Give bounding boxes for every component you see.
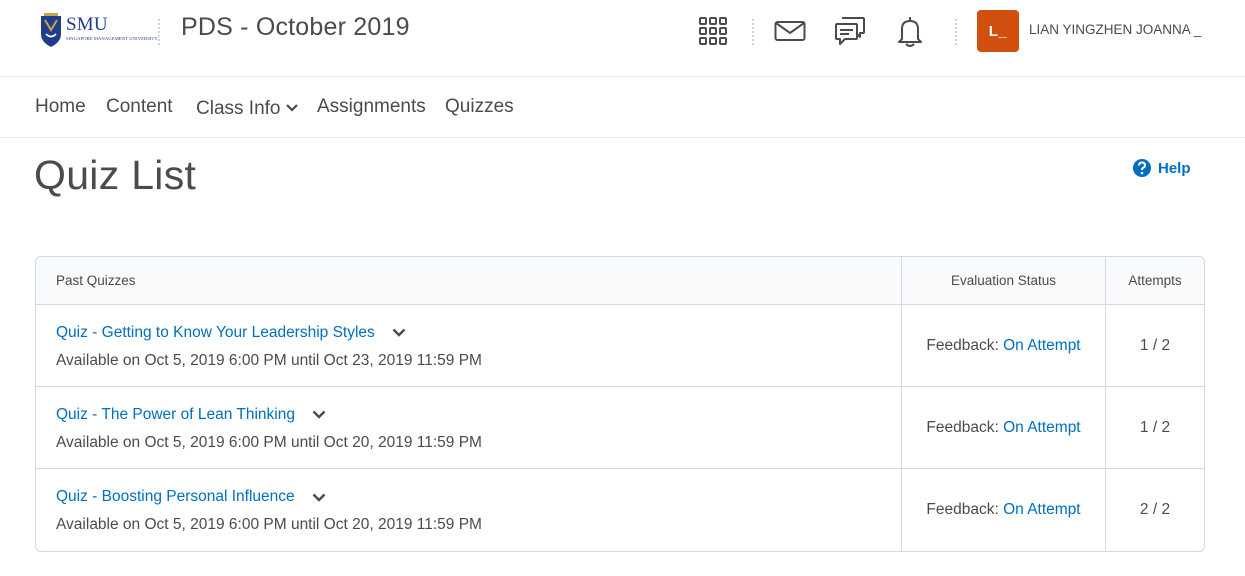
bell-icon[interactable] bbox=[892, 13, 928, 49]
evaluation-cell: Feedback: On Attempt bbox=[901, 305, 1105, 387]
chevron-down-icon[interactable] bbox=[307, 486, 331, 508]
top-header: SMU SINGAPORE MANAGEMENT UNIVERSITY PDS … bbox=[0, 0, 1245, 77]
attempts-count: 1 / 2 bbox=[1139, 418, 1171, 436]
attempts-cell: 2 / 2 bbox=[1105, 469, 1204, 551]
attempts-count: 1 / 2 bbox=[1139, 336, 1171, 354]
feedback-label: Feedback: bbox=[926, 418, 999, 436]
nav-home[interactable]: Home bbox=[35, 96, 86, 118]
quiz-table: Past Quizzes Evaluation Status Attempts … bbox=[35, 256, 1205, 552]
table-header-row: Past Quizzes Evaluation Status Attempts bbox=[36, 257, 1204, 305]
feedback-label: Feedback: bbox=[926, 336, 999, 354]
header-divider bbox=[955, 19, 957, 45]
nav-assignments[interactable]: Assignments bbox=[317, 96, 426, 118]
quiz-availability: Available on Oct 5, 2019 6:00 PM until O… bbox=[56, 516, 482, 533]
quiz-cell: Quiz - Getting to Know Your Leadership S… bbox=[36, 305, 901, 387]
nav-content[interactable]: Content bbox=[106, 96, 173, 118]
attempts-cell: 1 / 2 bbox=[1105, 387, 1204, 469]
quiz-link[interactable]: Quiz - The Power of Lean Thinking bbox=[56, 406, 295, 424]
user-avatar[interactable]: L_ bbox=[977, 10, 1019, 52]
page-title: Quiz List bbox=[34, 152, 197, 198]
quiz-cell: Quiz - Boosting Personal Influence Avail… bbox=[36, 469, 901, 551]
logo-subtext: SINGAPORE MANAGEMENT UNIVERSITY bbox=[66, 36, 158, 41]
quiz-availability: Available on Oct 5, 2019 6:00 PM until O… bbox=[56, 433, 482, 451]
column-header-past-quizzes: Past Quizzes bbox=[36, 257, 901, 305]
quiz-link[interactable]: Quiz - Getting to Know Your Leadership S… bbox=[56, 324, 375, 342]
feedback-link[interactable]: On Attempt bbox=[1003, 337, 1081, 354]
feedback-link[interactable]: On Attempt bbox=[1003, 501, 1081, 518]
quiz-link[interactable]: Quiz - Boosting Personal Influence bbox=[56, 488, 295, 506]
table-row: Quiz - Getting to Know Your Leadership S… bbox=[36, 305, 1204, 387]
logo-text: SMU bbox=[66, 14, 108, 35]
help-link[interactable]: Help bbox=[1132, 158, 1191, 178]
course-title[interactable]: PDS - October 2019 bbox=[181, 13, 410, 42]
user-name[interactable]: LIAN YINGZHEN JOANNA _ bbox=[1029, 22, 1201, 37]
quiz-cell: Quiz - The Power of Lean Thinking Availa… bbox=[36, 387, 901, 469]
column-header-evaluation-status: Evaluation Status bbox=[901, 257, 1105, 305]
header-divider bbox=[158, 19, 160, 45]
nav-class-info[interactable]: Class Info bbox=[196, 96, 299, 120]
column-header-attempts: Attempts bbox=[1105, 257, 1204, 305]
nav-quizzes[interactable]: Quizzes bbox=[445, 96, 514, 118]
smu-logo[interactable]: SMU SINGAPORE MANAGEMENT UNIVERSITY bbox=[38, 12, 158, 52]
help-icon bbox=[1133, 159, 1151, 177]
attempts-count: 2 / 2 bbox=[1139, 501, 1171, 518]
chevron-down-icon[interactable] bbox=[387, 322, 411, 344]
course-navbar: Home Content Class Info Assignments Quiz… bbox=[0, 77, 1245, 138]
chat-icon[interactable] bbox=[832, 13, 868, 49]
feedback-link[interactable]: On Attempt bbox=[1003, 419, 1081, 436]
smu-crest-icon bbox=[41, 13, 61, 47]
help-label: Help bbox=[1158, 159, 1191, 177]
feedback-label: Feedback: bbox=[926, 501, 999, 518]
quiz-availability: Available on Oct 5, 2019 6:00 PM until O… bbox=[56, 351, 482, 369]
attempts-cell: 1 / 2 bbox=[1105, 305, 1204, 387]
nav-class-info-label: Class Info bbox=[196, 98, 281, 119]
mail-icon[interactable] bbox=[772, 13, 808, 49]
chevron-down-icon[interactable] bbox=[307, 404, 331, 426]
evaluation-cell: Feedback: On Attempt bbox=[901, 387, 1105, 469]
evaluation-cell: Feedback: On Attempt bbox=[901, 469, 1105, 551]
table-row: Quiz - Boosting Personal Influence Avail… bbox=[36, 469, 1204, 551]
app-grid-icon[interactable] bbox=[695, 13, 731, 49]
header-divider bbox=[752, 19, 754, 45]
table-row: Quiz - The Power of Lean Thinking Availa… bbox=[36, 387, 1204, 469]
chevron-down-icon bbox=[286, 96, 299, 118]
